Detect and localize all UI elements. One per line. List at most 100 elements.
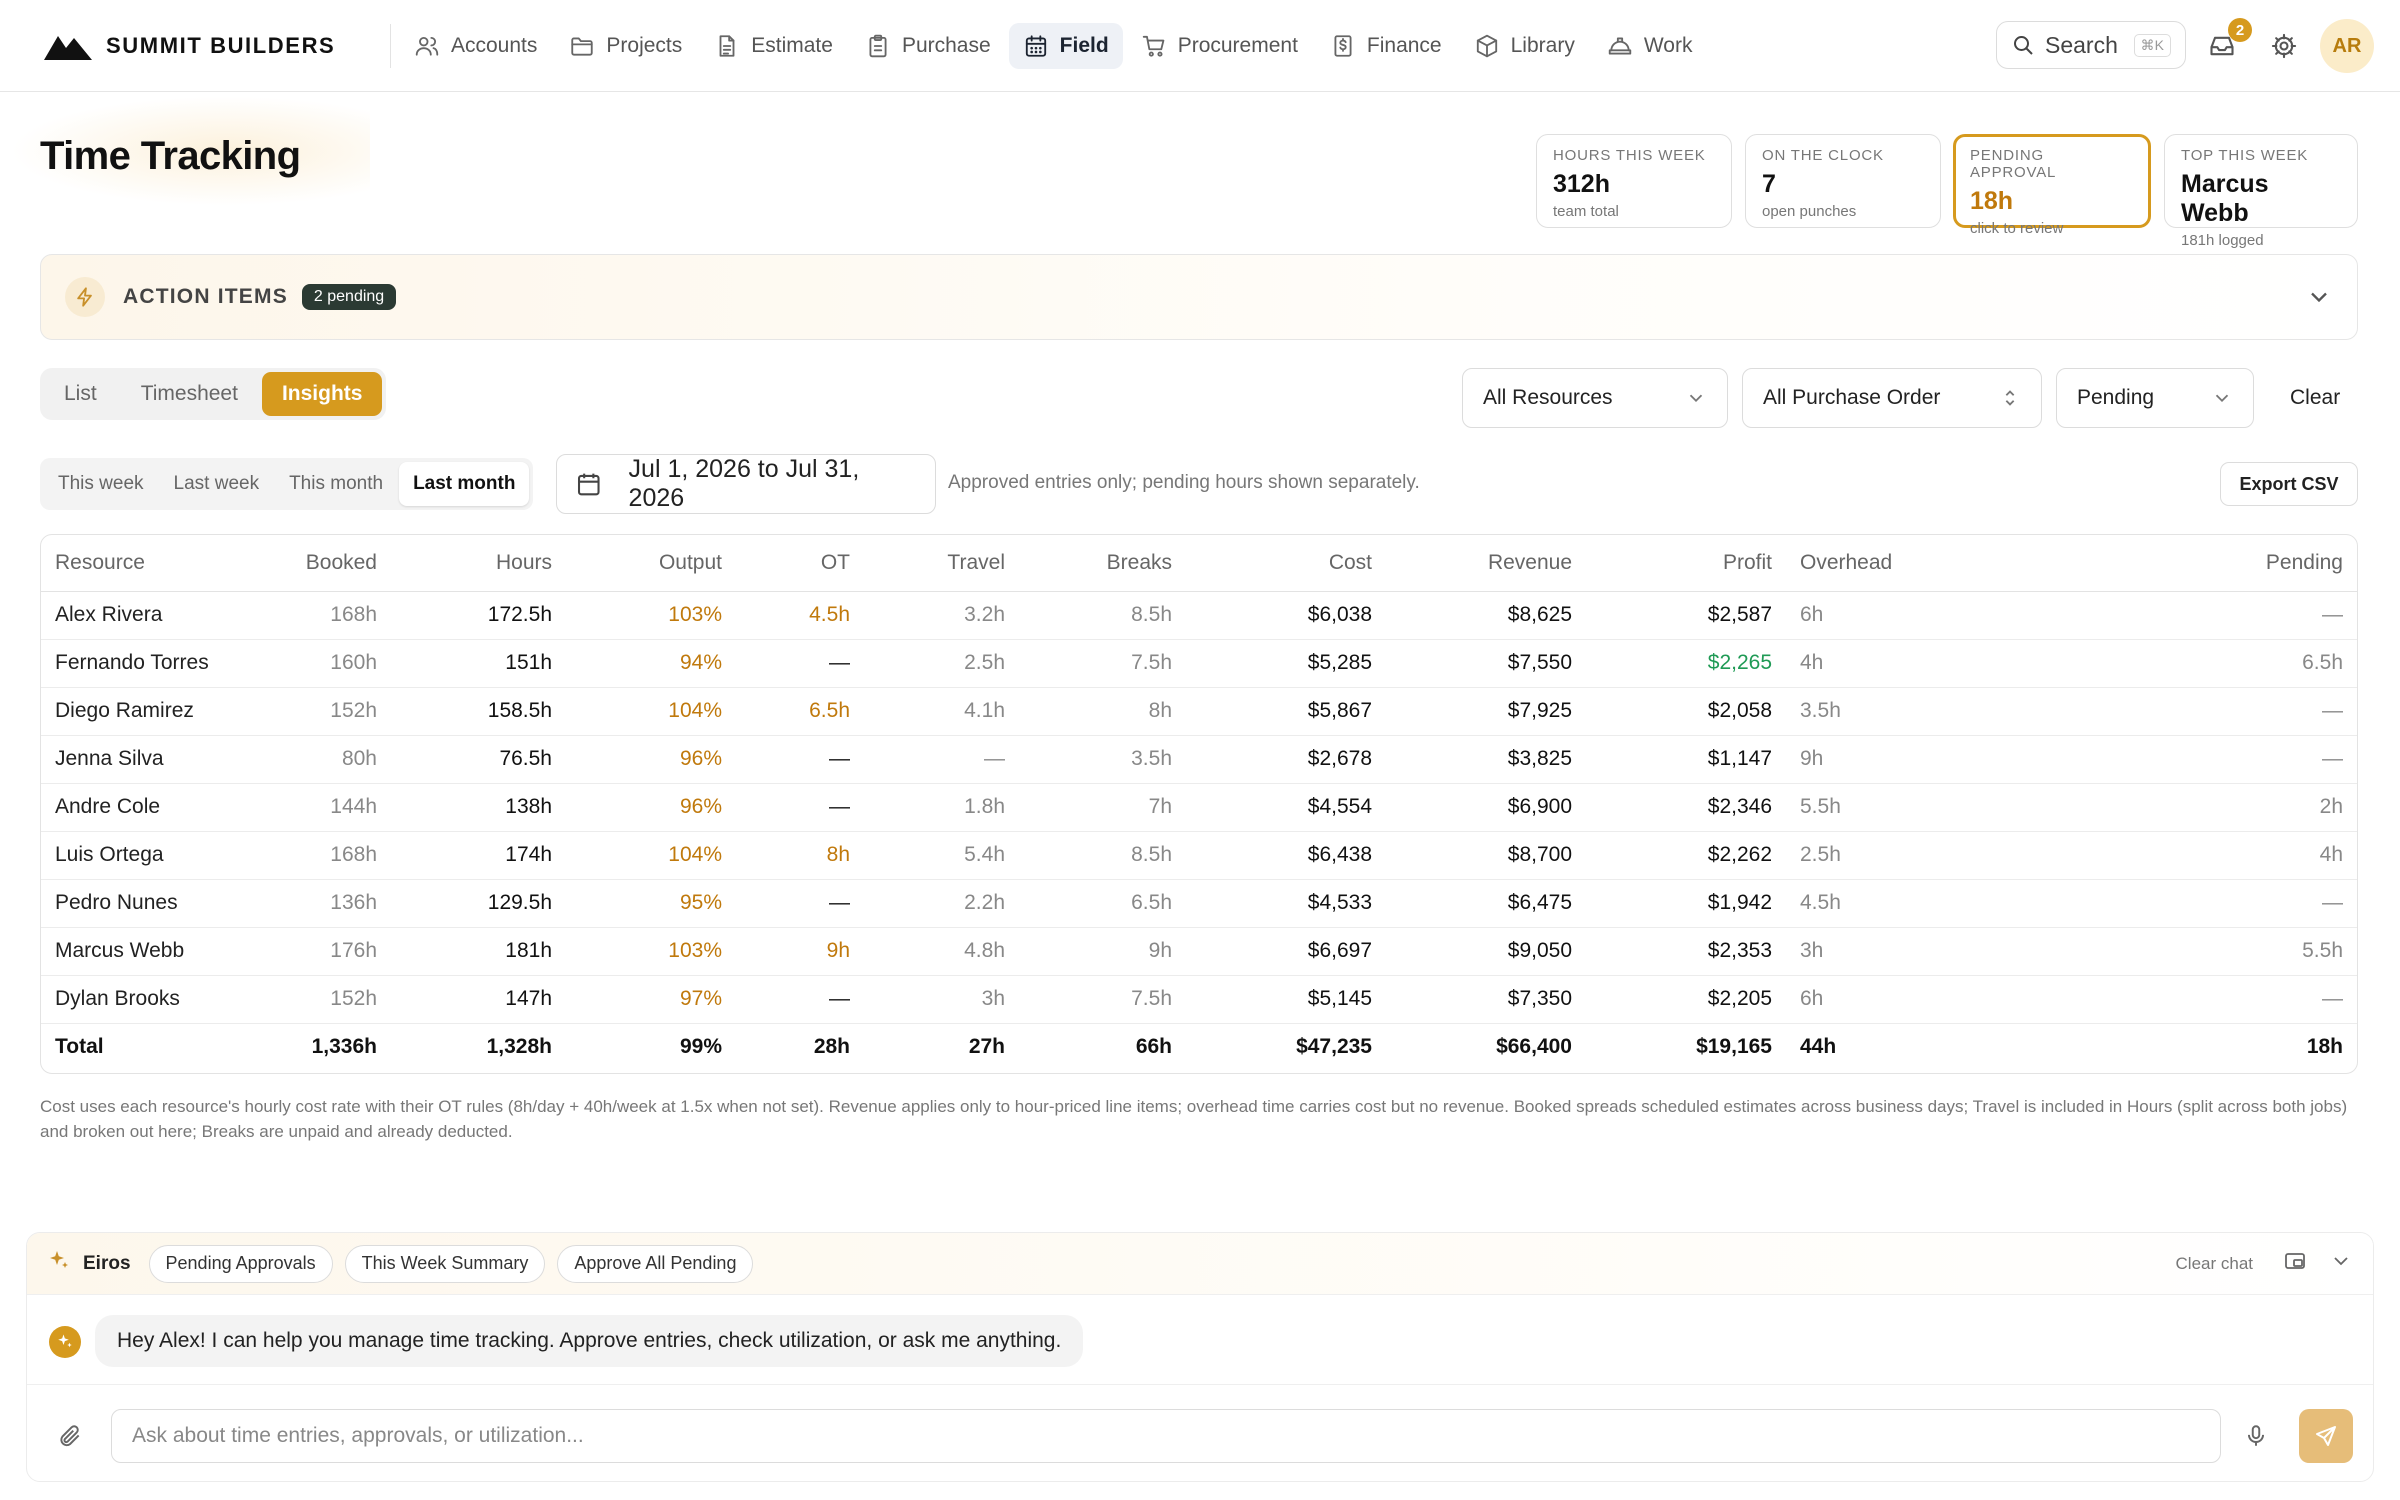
cell-travel: 2.2h [864, 879, 1019, 928]
search-button[interactable]: Search ⌘K [1996, 21, 2186, 69]
paperclip-icon[interactable] [57, 1423, 83, 1449]
nav-item-procurement[interactable]: Procurement [1127, 23, 1312, 69]
tab-timesheet[interactable]: Timesheet [121, 372, 258, 416]
nav-item-library[interactable]: Library [1460, 23, 1589, 69]
assistant-header: Eiros Pending Approvals This Week Summar… [27, 1233, 2373, 1295]
cell-hours: 147h [391, 975, 566, 1024]
inbox-button[interactable]: 2 [2202, 18, 2252, 66]
table-row[interactable]: Pedro Nunes 136h 129.5h 95% —2.2h 6.5h $4,533 $… [41, 879, 2357, 928]
cell-output: 103% [566, 927, 736, 976]
table-row[interactable]: Luis Ortega 168h 174h 104% 8h 5.4h 8.5h $6,438 $… [41, 831, 2357, 880]
total-booked: 1,336h [311, 1035, 377, 1059]
table-row[interactable]: Dylan Brooks 152h 147h 97% —3h 7.5h $5,145 $7,3… [41, 975, 2357, 1024]
purchase-order-select[interactable]: All Purchase Order [1742, 368, 2042, 428]
send-button[interactable] [2299, 1409, 2353, 1463]
col-revenue[interactable]: Revenue [1386, 535, 1586, 592]
cell-profit: $2,346 [1586, 783, 1786, 832]
date-range-picker[interactable]: Jul 1, 2026 to Jul 31, 2026 [556, 454, 936, 514]
range-toggle: This week Last week This month Last mont… [40, 458, 534, 510]
stat-label: Pending approval [1970, 147, 2057, 181]
stat-hours-this-week[interactable]: Hours this week 312h team total [1536, 134, 1732, 228]
col-pending[interactable]: Pending [1986, 535, 2357, 592]
document-icon [719, 35, 735, 57]
action-items-bar[interactable]: ACTION ITEMS 2 pending [40, 254, 2358, 340]
col-ot[interactable]: OT [736, 535, 864, 592]
assistant-name: Eiros [83, 1252, 131, 1274]
clear-chat-button[interactable]: Clear chat [2176, 1254, 2253, 1274]
nav-item-finance[interactable]: Finance [1316, 23, 1456, 69]
col-travel[interactable]: Travel [864, 535, 1019, 592]
table-row[interactable]: Marcus Webb 176h 181h 103% 9h 4.8h 9h $6,697 $9,… [41, 927, 2357, 976]
col-overhead[interactable]: Overhead [1786, 535, 1986, 592]
settings-button[interactable] [2264, 26, 2304, 66]
table-row[interactable]: Andre Cole 144h 138h 96% —1.8h 7h $4,554 $6,900… [41, 783, 2357, 832]
cell-booked: 80h [261, 735, 391, 784]
table-row[interactable]: Jenna Silva 80h 76.5h 96% — —3.5h $2,678 $3,825… [41, 735, 2357, 784]
stat-top-this-week[interactable]: Top this week Marcus Webb 181h logged [2164, 134, 2358, 249]
col-breaks[interactable]: Breaks [1019, 535, 1186, 592]
stat-pending-approval[interactable]: Pending approval 18h click to review [1953, 134, 2151, 237]
col-booked[interactable]: Booked [261, 535, 391, 592]
cell-hours: 158.5h [391, 687, 566, 736]
cell-pending: 2h [1986, 783, 2357, 832]
search-shortcut: ⌘K [2133, 33, 2171, 57]
tab-insights[interactable]: Insights [261, 372, 383, 416]
cell-ot: 4.5h [736, 591, 864, 640]
cell-overhead: 6h [1786, 975, 1986, 1024]
chevron-down-icon[interactable] [2305, 283, 2333, 311]
clear-filters-button[interactable]: Clear [2270, 368, 2360, 428]
col-cost[interactable]: Cost [1186, 535, 1386, 592]
cart-icon [1142, 35, 1165, 57]
cell-overhead: 3.5h [1786, 687, 1986, 736]
chip-pending-approvals[interactable]: Pending Approvals [148, 1244, 333, 1283]
cell-pending: — [1986, 591, 2357, 640]
table-row[interactable]: Fernando Torres 160h 151h 94% —2.5h 7.5h $5,28… [41, 639, 2357, 688]
nav-item-projects[interactable]: Projects [555, 23, 696, 69]
table-row[interactable]: Alex Rivera 168h 172.5h 103% 4.5h 3.2h 8.5h $6,… [41, 591, 2357, 640]
nav-item-estimate[interactable]: Estimate [700, 23, 847, 69]
chevron-down-icon[interactable] [2329, 1249, 2353, 1278]
cell-pending: 6.5h [1986, 639, 2357, 688]
assistant-panel: Eiros Pending Approvals This Week Summar… [26, 1232, 2374, 1482]
total-breaks: 66h [1135, 1035, 1172, 1059]
assistant-avatar-icon [49, 1326, 81, 1358]
cell-breaks: 8.5h [1019, 831, 1186, 880]
col-profit[interactable]: Profit [1586, 535, 1786, 592]
tab-list[interactable]: List [44, 372, 117, 416]
cell-output: 104% [566, 687, 736, 736]
export-csv-button[interactable]: Export CSV [2220, 462, 2358, 506]
assistant-input[interactable] [111, 1409, 2221, 1463]
cell-pending: 5.5h [1986, 927, 2357, 976]
cell-cost: $6,697 [1186, 927, 1386, 976]
col-output[interactable]: Output [566, 535, 736, 592]
brand-logo[interactable]: SUMMIT BUILDERS [44, 28, 335, 64]
nav-item-field[interactable]: Field [1008, 23, 1123, 69]
popout-icon[interactable] [2283, 1249, 2307, 1278]
cell-resource: Fernando Torres [41, 639, 261, 688]
range-this-month[interactable]: This month [275, 462, 397, 506]
cell-output: 104% [566, 831, 736, 880]
microphone-icon[interactable] [2243, 1423, 2269, 1449]
range-last-week[interactable]: Last week [160, 462, 274, 506]
total-pending: 18h [2306, 1035, 2343, 1059]
status-select[interactable]: Pending [2056, 368, 2254, 428]
col-resource[interactable]: Resource [41, 535, 261, 592]
resources-select[interactable]: All Resources [1462, 368, 1728, 428]
chip-this-week-summary[interactable]: This Week Summary [344, 1244, 546, 1283]
cell-revenue: $3,825 [1386, 735, 1586, 784]
table-row[interactable]: Diego Ramirez 152h 158.5h 104% 6.5h 4.1h 8h $5,… [41, 687, 2357, 736]
cell-breaks: 3.5h [1019, 735, 1186, 784]
range-last-month[interactable]: Last month [399, 462, 530, 506]
range-this-week[interactable]: This week [44, 462, 158, 506]
cell-overhead: 5.5h [1786, 783, 1986, 832]
col-hours[interactable]: Hours [391, 535, 566, 592]
cell-output: 103% [566, 591, 736, 640]
stat-on-the-clock[interactable]: On the clock 7 open punches [1745, 134, 1941, 228]
user-avatar[interactable]: AR [2320, 19, 2374, 73]
cell-resource: Diego Ramirez [41, 687, 261, 736]
nav-item-purchase[interactable]: Purchase [851, 23, 1005, 69]
nav-item-accounts[interactable]: Accounts [400, 23, 551, 69]
nav-item-work[interactable]: Work [1593, 23, 1707, 69]
chip-approve-all-pending[interactable]: Approve All Pending [557, 1244, 754, 1283]
cell-resource: Andre Cole [41, 783, 261, 832]
